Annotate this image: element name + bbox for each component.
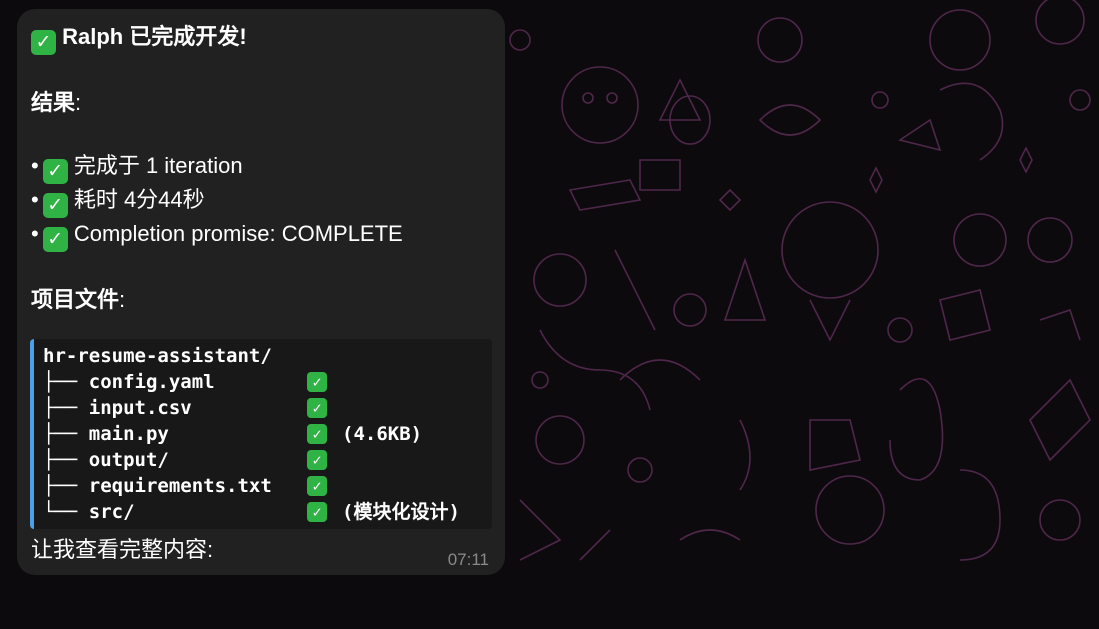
tree-branch: ├──	[43, 449, 89, 471]
bullet: •	[31, 187, 39, 212]
file-name: main.py	[88, 423, 169, 445]
tree-entry: ├── output/	[43, 447, 169, 473]
file-name: output/	[88, 449, 169, 471]
code-line: ├── input.csv ✓	[43, 395, 492, 421]
results-heading: 结果:	[31, 87, 491, 118]
result-text: 耗时 4分44秒	[73, 187, 205, 212]
bullet: •	[31, 153, 39, 178]
tree-branch: ├──	[43, 371, 89, 393]
results-colon: :	[75, 90, 82, 115]
code-line: └── src/ ✓ (模块化设计)	[43, 499, 492, 525]
files-colon: :	[119, 287, 126, 312]
check-mark-icon: ✓	[42, 159, 68, 184]
tree-entry: └── src/	[43, 499, 135, 525]
tree-entry: ├── requirements.txt	[43, 473, 272, 499]
code-line: ├── requirements.txt ✓	[43, 473, 492, 499]
message-bubble[interactable]: ✓ Ralph 已完成开发! 结果: • ✓ 完成于 1 iteration • ✓…	[17, 9, 505, 575]
check-mark-icon: ✓	[307, 424, 327, 444]
file-note: (4.6KB)	[342, 423, 423, 445]
tree-branch: ├──	[43, 397, 89, 419]
code-line-root: hr-resume-assistant/	[43, 343, 492, 369]
results-list-item: • ✓ Completion promise: COMPLETE	[31, 218, 491, 252]
result-text: Completion promise: COMPLETE	[73, 221, 403, 246]
results-list-item: • ✓ 完成于 1 iteration	[31, 150, 491, 184]
check-mark-icon: ✓	[307, 476, 327, 496]
message-title: ✓ Ralph 已完成开发!	[31, 21, 491, 55]
results-label: 结果	[31, 90, 76, 115]
tree-entry: ├── config.yaml	[43, 369, 215, 395]
tree-entry: ├── input.csv	[43, 395, 192, 421]
file-name: requirements.txt	[88, 475, 272, 497]
files-label: 项目文件	[31, 287, 120, 312]
bullet: •	[31, 221, 39, 246]
tree-entry: ├── main.py	[43, 421, 169, 447]
message-title-text: Ralph 已完成开发!	[62, 24, 247, 49]
check-mark-icon: ✓	[42, 193, 68, 218]
file-name: src/	[88, 501, 135, 523]
files-heading: 项目文件:	[31, 284, 491, 315]
code-line: ├── output/ ✓	[43, 447, 492, 473]
closing-text: 让我查看完整内容:	[31, 537, 214, 562]
check-mark-icon: ✓	[307, 502, 327, 522]
code-line: ├── config.yaml ✓	[43, 369, 492, 395]
check-mark-icon: ✓	[42, 227, 68, 252]
result-text: 完成于 1 iteration	[73, 153, 243, 178]
file-name: config.yaml	[88, 371, 215, 393]
check-mark-icon: ✓	[307, 372, 327, 392]
check-mark-icon: ✓	[31, 30, 56, 55]
check-mark-icon: ✓	[307, 398, 327, 418]
file-note: (模块化设计)	[342, 501, 460, 523]
code-block[interactable]: hr-resume-assistant/ ├── config.yaml ✓ ├…	[30, 339, 492, 529]
tree-branch: ├──	[43, 475, 89, 497]
file-name: input.csv	[88, 397, 192, 419]
tree-branch: └──	[43, 501, 89, 523]
results-list-item: • ✓ 耗时 4分44秒	[31, 184, 491, 218]
tree-root: hr-resume-assistant/	[43, 345, 272, 367]
tree-branch: ├──	[43, 423, 89, 445]
code-line: ├── main.py ✓ (4.6KB)	[43, 421, 492, 447]
check-mark-icon: ✓	[307, 450, 327, 470]
message-timestamp: 07:11	[447, 550, 489, 569]
